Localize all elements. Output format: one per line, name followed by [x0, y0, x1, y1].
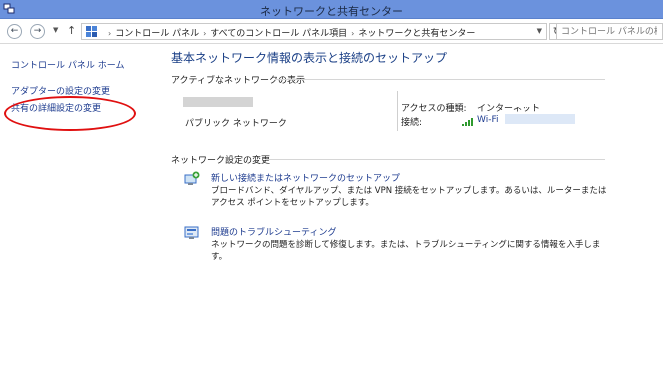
page-title: 基本ネットワーク情報の表示と接続のセットアップ [171, 51, 448, 65]
window-title: ネットワークと共有センター [260, 5, 403, 18]
address-dropdown-icon[interactable]: ▼ [537, 27, 542, 35]
wifi-connection-link[interactable]: Wi-Fi [477, 115, 498, 125]
change-settings-label: ネットワーク設定の変更 [171, 156, 271, 166]
wifi-signal-icon [462, 118, 473, 126]
control-panel-icon [86, 26, 97, 37]
redacted-ssid [505, 114, 575, 124]
breadcrumb-separator-icon[interactable]: › [203, 29, 206, 38]
redacted-network-name [183, 97, 253, 107]
task-sidebar: コントロール パネル ホーム アダプターの設定の変更 共有の詳細設定の変更 [0, 45, 155, 388]
forward-arrow-icon: → [33, 26, 42, 36]
breadcrumb-item-control-panel[interactable]: コントロール パネル [115, 29, 199, 39]
recent-pages-dropdown[interactable]: ▼ [53, 26, 58, 34]
chevron-down-icon: ▼ [53, 26, 59, 34]
connection-label: 接続: [401, 118, 423, 128]
main-content: 基本ネットワーク情報の表示と接続のセットアップ アクティブなネットワークの表示 … [155, 45, 663, 388]
forward-button[interactable]: → [30, 24, 45, 39]
redaction-overlay [510, 97, 530, 107]
search-box[interactable] [556, 23, 663, 40]
title-bar: ネットワークと共有センター [0, 0, 663, 19]
back-button[interactable]: ← [7, 24, 22, 39]
sidebar-item-control-panel-home[interactable]: コントロール パネル ホーム [11, 58, 124, 71]
column-divider [397, 91, 398, 131]
access-type-value: インターネット [477, 104, 541, 114]
troubleshoot-description: ネットワークの問題を診断して修復します。または、トラブルシューティングに関する情… [211, 240, 601, 262]
address-toolbar: ← → ▼ ↑ › コントロール パネル › すべてのコントロール パネル項目 › ネット… [0, 19, 663, 44]
network-type-link[interactable]: パブリック ネットワーク [185, 116, 287, 129]
section-divider [275, 79, 605, 80]
up-arrow-icon: ↑ [67, 24, 77, 37]
breadcrumb-item-all-items[interactable]: すべてのコントロール パネル項目 [210, 29, 347, 39]
access-type-label: アクセスの種類: [401, 104, 467, 114]
address-field[interactable]: › コントロール パネル › すべてのコントロール パネル項目 › ネットワークと共有セン… [81, 23, 547, 40]
back-arrow-icon: ← [10, 26, 19, 36]
new-connection-description: ブロードバンド、ダイヤルアップ、または VPN 接続をセットアップします。あるい… [211, 186, 607, 208]
new-connection-link[interactable]: 新しい接続またはネットワークのセットアップ [211, 171, 400, 184]
breadcrumb-separator-icon: › [108, 29, 112, 38]
highlight-oval [4, 96, 136, 131]
new-connection-icon [184, 171, 200, 185]
search-input[interactable] [557, 24, 657, 39]
sidebar-item-adapter-settings[interactable]: アダプターの設定の変更 [11, 84, 110, 97]
troubleshoot-link[interactable]: 問題のトラブルシューティング [211, 225, 336, 238]
breadcrumb-item-network-center[interactable]: ネットワークと共有センター [358, 29, 475, 39]
up-button[interactable]: ↑ [67, 24, 76, 37]
troubleshoot-icon [184, 226, 199, 239]
section-divider [265, 159, 605, 160]
breadcrumb-separator-icon[interactable]: › [351, 29, 354, 38]
breadcrumb: › コントロール パネル › すべてのコントロール パネル項目 › ネットワークと共有セン… [104, 26, 475, 39]
